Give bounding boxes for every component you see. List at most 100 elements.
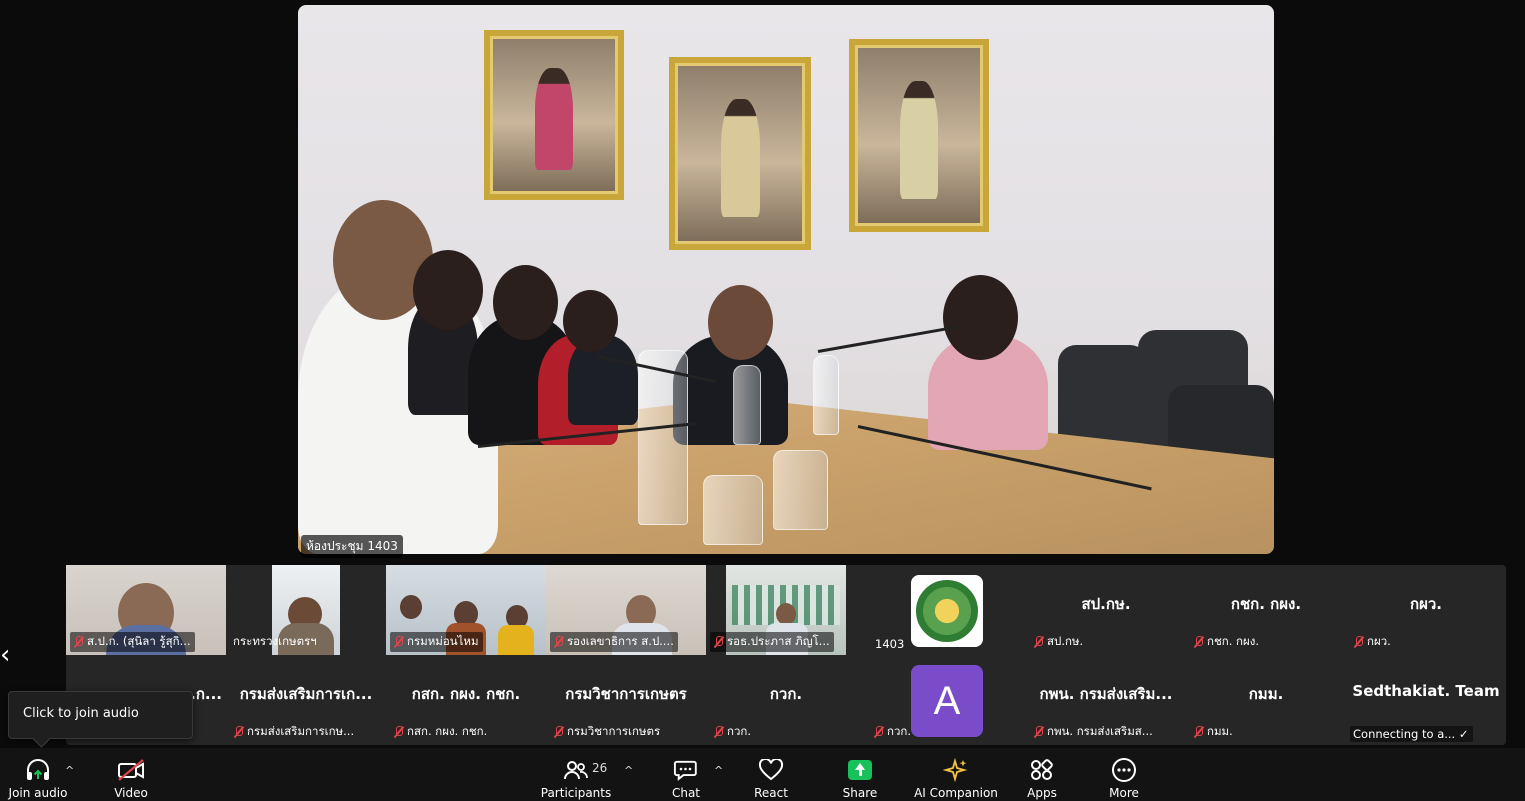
participant-name: 1403 (875, 637, 905, 651)
sparkle-icon (941, 756, 971, 784)
react-label: React (754, 786, 788, 800)
heart-icon (756, 756, 786, 784)
participant-name: กวก. (710, 722, 755, 742)
mic-muted-icon (553, 726, 564, 738)
join-audio-button[interactable]: Join audio (8, 748, 68, 801)
gallery-strip: ส.ป.ก. (สุนิลา รู้สุกิ... กระทรวงเกษตรฯ … (66, 565, 1506, 745)
participant-tile[interactable]: กผว. กผว. (1346, 565, 1506, 655)
headphones-icon (23, 756, 53, 784)
mic-muted-icon (393, 726, 404, 738)
participant-tile[interactable]: กระทรวงเกษตรฯ (226, 565, 386, 655)
participant-display-name: สป.กษ. (1081, 595, 1131, 613)
person-head (943, 275, 1018, 360)
mic-muted-icon (1193, 726, 1204, 738)
participant-name: กพน. กรมส่งเสริมส... (1030, 722, 1157, 742)
participant-tile[interactable]: กวก. กวก. (706, 655, 866, 745)
gallery-prev-arrow-icon[interactable]: ‹ (0, 640, 14, 670)
participant-tile[interactable]: กรมหม่อนไหม (386, 565, 546, 655)
person-head (563, 290, 618, 352)
join-audio-tooltip: Click to join audio (8, 691, 193, 739)
participant-display-name: กมม. (1248, 685, 1284, 703)
water-bottle (813, 355, 839, 435)
participant-name: กระทรวงเกษตรฯ (233, 634, 317, 648)
participant-tile[interactable]: Sedthakiat. Team Connecting to a... ✓ (1346, 655, 1506, 745)
mic-muted-icon (713, 636, 724, 648)
participant-display-name: กชก. กผง. (1230, 595, 1302, 613)
participant-avatar: A (911, 665, 983, 737)
participant-count: 26 (592, 761, 608, 775)
participant-tile[interactable]: กชก. กผง. กชก. กผง. (1186, 565, 1346, 655)
participant-display-name: กรมวิชาการเกษตร (565, 685, 687, 703)
ai-companion-label: AI Companion (914, 786, 998, 800)
participant-tile[interactable]: สป.กษ. สป.กษ. (1026, 565, 1186, 655)
chat-button[interactable]: Chat (670, 748, 702, 801)
video-label: Video (114, 786, 148, 800)
participant-name: กรมส่งเสริมการเกษ... (230, 722, 358, 742)
participant-name: กวก. (870, 722, 915, 742)
portrait-frame-right (849, 39, 989, 232)
share-button[interactable]: Share (840, 748, 880, 801)
participants-label: Participants (540, 786, 612, 800)
video-off-icon (116, 756, 146, 784)
participant-tile[interactable]: รองเลขาธิการ ส.ป.... (546, 565, 706, 655)
participant-name: กรมหม่อนไหม (390, 632, 483, 652)
mic-muted-icon (713, 726, 724, 738)
participant-tile[interactable]: กรมส่งเสริมการเก... กรมส่งเสริมการเกษ... (226, 655, 386, 745)
glass (703, 475, 763, 545)
mic-muted-icon (73, 636, 84, 648)
mic-muted-icon (1353, 636, 1364, 648)
participant-display-name: กผว. (1410, 595, 1442, 613)
audio-options-caret-icon[interactable]: ^ (65, 764, 74, 777)
join-audio-label: Join audio (8, 786, 68, 800)
tooltip-text: Click to join audio (23, 706, 139, 721)
participant-display-name: กสก. กผง. กชก. (411, 685, 521, 703)
active-speaker-video[interactable] (298, 5, 1274, 554)
participant-display-name: กวก. (769, 685, 803, 703)
participant-display-name: กรมส่งเสริมการเก... (239, 685, 373, 703)
participant-tile[interactable]: กมม. กมม. (1186, 655, 1346, 745)
glass (773, 450, 828, 530)
mic-muted-icon (393, 636, 404, 648)
react-button[interactable]: React (752, 748, 790, 801)
person-head (413, 250, 483, 330)
participant-tile[interactable]: ส.ป.ก. (สุนิลา รู้สุกิ... (66, 565, 226, 655)
chat-label: Chat (671, 786, 701, 800)
participant-tile[interactable]: กสก. กผง. กชก. กสก. กผง. กชก. (386, 655, 546, 745)
meeting-window: ห้องประชุม 1403 ส.ป.ก. (สุนิลา รู้สุกิ..… (0, 0, 1525, 801)
participants-icon (561, 756, 591, 784)
chat-options-caret-icon[interactable]: ^ (714, 764, 723, 777)
meeting-toolbar: Join audio ^ Video Participants 26 ^ Cha… (0, 748, 1525, 801)
mic-muted-icon (553, 636, 564, 648)
participant-tile[interactable]: กรมวิชาการเกษตร กรมวิชาการเกษตร (546, 655, 706, 745)
apps-button[interactable]: Apps (1024, 748, 1060, 801)
ai-companion-button[interactable]: AI Companion (914, 748, 998, 801)
mic-muted-icon (1193, 636, 1204, 648)
video-button[interactable]: Video (108, 748, 154, 801)
mic-muted-icon (1033, 726, 1044, 738)
mic-muted-icon (873, 726, 884, 738)
participants-options-caret-icon[interactable]: ^ (624, 764, 633, 777)
share-screen-icon (845, 756, 875, 784)
mic-muted-icon (1033, 636, 1044, 648)
water-bottle (638, 350, 688, 525)
portrait-frame-left (484, 30, 624, 200)
participant-display-name: Sedthakiat. Team (1352, 682, 1500, 700)
participant-tile[interactable]: กพน. กรมส่งเสริม... กพน. กรมส่งเสริมส... (1026, 655, 1186, 745)
water-bottle (733, 365, 761, 445)
share-label: Share (842, 786, 878, 800)
portrait-frame-center (669, 57, 811, 250)
microphone-arm (817, 325, 957, 353)
participant-name: รองเลขาธิการ ส.ป.... (550, 632, 678, 652)
participant-name: กสก. กผง. กชก. (390, 722, 491, 742)
more-button[interactable]: More (1106, 748, 1142, 801)
participant-name: กรมวิชาการเกษตร (550, 722, 664, 742)
active-speaker-name: ห้องประชุม 1403 (301, 535, 403, 558)
person-head (493, 265, 558, 340)
participant-name: ส.ป.ก. (สุนิลา รู้สุกิ... (70, 632, 195, 652)
participant-name: กผว. (1350, 632, 1395, 652)
participant-name: กชก. กผง. (1190, 632, 1263, 652)
more-label: More (1109, 786, 1139, 800)
participant-name: รอธ.ประภาส ภิญโ... (710, 632, 834, 652)
participant-tile[interactable]: รอธ.ประภาส ภิญโ... (706, 565, 866, 655)
apps-label: Apps (1027, 786, 1057, 800)
